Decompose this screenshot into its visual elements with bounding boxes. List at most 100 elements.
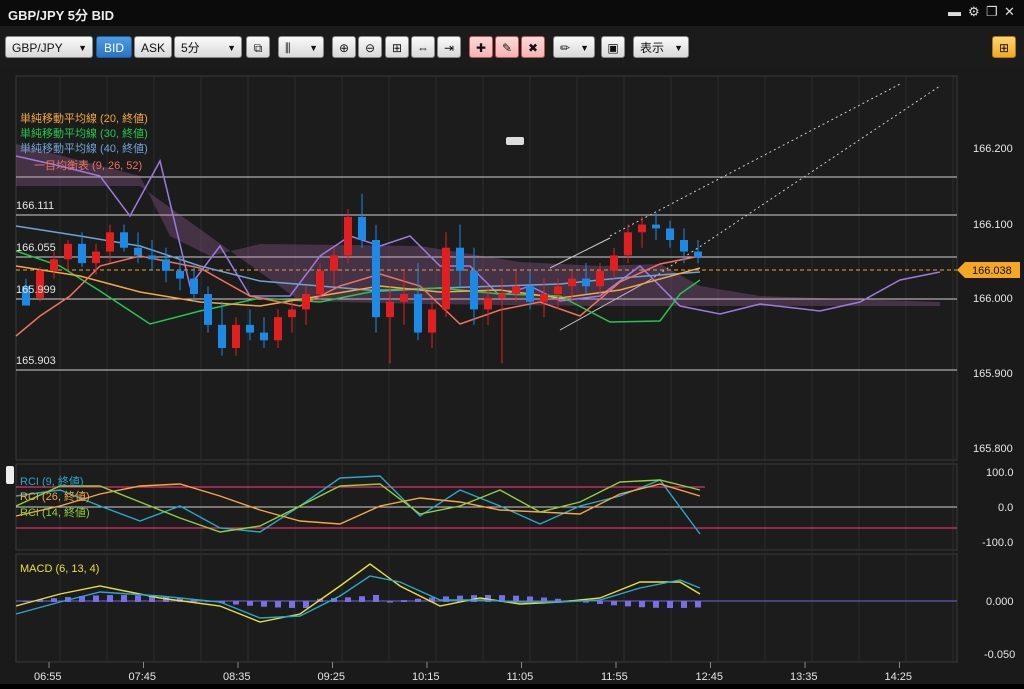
macd-histogram-bar (387, 601, 393, 603)
close-icon[interactable]: ✕ (1004, 4, 1015, 20)
legend-sma30: 単純移動平均線 (30, 終値) (20, 126, 148, 140)
toolbar: GBP/JPY ▼ BID ASK 5分 ▼ ⧉ ⫼ ▼ ⊕ ⊖ ⊞ ⇔ ⇥ ✚ ✎ … (0, 26, 1024, 67)
candle-body (246, 324, 254, 333)
candle-body (274, 317, 282, 341)
rci-legend: RCI (9, 終値) RCI (26, 終値) RCI (14, 終値) (20, 474, 90, 519)
price-tick: 166.100 (973, 219, 1013, 231)
time-tick: 08:35 (223, 671, 251, 683)
macd-histogram-bar (303, 601, 309, 608)
rci-tick: 0.0 (998, 502, 1013, 514)
copy-icon: ⧉ (253, 41, 263, 55)
remove-indicator-button[interactable]: ✖ (521, 36, 545, 58)
bid-button[interactable]: BID (96, 36, 132, 58)
scroll-latest-button[interactable]: ⇥ (437, 36, 461, 58)
candle-body (414, 294, 422, 333)
layout-button[interactable]: ⊞ (992, 36, 1016, 58)
candle-body (78, 243, 86, 264)
time-axis: 06:55 07:45 08:35 09:25 10:15 11:05 11:55 12:45… (34, 662, 912, 683)
scroll-latest-icon: ⇥ (443, 41, 455, 55)
display-menu-button[interactable]: 表示 ▼ (633, 36, 689, 58)
macd-histogram-bar (359, 596, 365, 602)
chevron-down-icon: ▼ (674, 43, 683, 53)
chart-canvas[interactable]: 単純移動平均線 (20, 終値) 単純移動平均線 (30, 終値) 単純移動平均… (0, 66, 1024, 684)
symbol-select[interactable]: GBP/JPY ▼ (5, 36, 93, 58)
edit-indicator-icon: ✎ (501, 41, 513, 55)
image-icon: ▣ (607, 41, 619, 55)
remove-indicator-icon: ✖ (527, 41, 539, 55)
restore-icon[interactable]: ❐ (986, 4, 998, 20)
price-tick: 165.900 (973, 368, 1013, 380)
candle-body (372, 240, 380, 318)
price-tick: 166.200 (973, 143, 1013, 155)
candle-body (204, 294, 212, 325)
zoom-in-button[interactable]: ⊕ (332, 36, 356, 58)
rci-tick: 100.0 (986, 467, 1014, 479)
macd-histogram-bar (597, 601, 603, 604)
link-windows-button[interactable]: ⧉ (246, 36, 270, 58)
current-price-value: 166.038 (972, 265, 1012, 277)
candle-body (624, 232, 632, 256)
candle-body (162, 259, 170, 271)
macd-histogram-bar (135, 595, 141, 602)
macd-histogram-bar (93, 595, 99, 602)
fit-vertical-button[interactable]: ⊞ (385, 36, 409, 58)
fit-vertical-icon: ⊞ (391, 41, 403, 55)
macd-histogram-bar (233, 601, 239, 605)
candle-body (106, 232, 114, 252)
scroll-handle[interactable] (6, 466, 14, 484)
macd-histogram-bar (401, 600, 407, 602)
window-titlebar: GBP/JPY 5分 BID ▬ ⚙ ❐ ✕ (0, 0, 1024, 26)
macd-histogram-bar (639, 601, 645, 608)
price-axis: 166.200 166.100 166.000 165.900 165.800 (973, 143, 1013, 455)
panel-resize-handle[interactable] (506, 137, 524, 145)
grid-layout-icon: ⊞ (998, 41, 1010, 55)
screenshot-button[interactable]: ▣ (601, 36, 625, 58)
candle-body (176, 270, 184, 279)
time-tick: 11:05 (507, 671, 534, 683)
hline-label: 166.111 (16, 200, 54, 212)
candle-body (568, 278, 576, 287)
candle-body (526, 286, 534, 302)
zoom-out-icon: ⊖ (364, 41, 376, 55)
draw-tool-select[interactable]: ✏ ▼ (553, 36, 595, 58)
candle-body (400, 294, 408, 302)
gear-icon[interactable]: ⚙ (968, 4, 980, 20)
time-tick: 14:25 (885, 671, 913, 683)
candle-body (386, 301, 394, 318)
hline-label: 166.055 (16, 242, 56, 254)
edit-indicator-button[interactable]: ✎ (495, 36, 519, 58)
chart-area[interactable]: 単純移動平均線 (20, 終値) 単純移動平均線 (30, 終値) 単純移動平均… (0, 66, 1024, 684)
macd-histogram-bar (289, 601, 295, 608)
macd-legend: MACD (6, 13, 4) (20, 563, 99, 575)
timeframe-select[interactable]: 5分 ▼ (174, 36, 242, 58)
candle-body (582, 278, 590, 287)
candle-body (652, 224, 660, 229)
time-tick: 10:15 (412, 671, 440, 683)
time-tick: 07:45 (129, 671, 157, 683)
macd-histogram-bar (51, 598, 57, 602)
zoom-out-button[interactable]: ⊖ (358, 36, 382, 58)
symbol-value: GBP/JPY (12, 41, 63, 55)
candle-body (316, 270, 324, 294)
candle-body (428, 309, 436, 333)
candle-body (330, 255, 338, 271)
minimize-icon[interactable]: ▬ (948, 4, 961, 19)
add-indicator-button[interactable]: ✚ (469, 36, 493, 58)
fit-horizontal-button[interactable]: ⇔ (411, 36, 435, 58)
time-tick: 11:55 (601, 671, 628, 683)
macd-histogram-bar (23, 601, 29, 602)
macd-histogram-bar (681, 601, 687, 608)
macd-histogram-bar (667, 601, 673, 608)
legend-rci14: RCI (14, 終値) (20, 505, 90, 519)
candle-body (694, 251, 702, 257)
ask-button[interactable]: ASK (134, 36, 172, 58)
rci-tick: -100.0 (982, 537, 1013, 549)
legend-rci9: RCI (9, 終値) (20, 474, 84, 488)
macd-histogram-bar (415, 598, 421, 602)
chevron-down-icon: ▼ (580, 43, 589, 53)
rci-axis: 100.0 0.0 -100.0 (982, 467, 1014, 549)
fit-horizontal-icon: ⇔ (417, 41, 429, 55)
candle-body (134, 247, 142, 256)
macd-histogram-bar (373, 594, 379, 602)
chart-type-select[interactable]: ⫼ ▼ (278, 36, 324, 58)
